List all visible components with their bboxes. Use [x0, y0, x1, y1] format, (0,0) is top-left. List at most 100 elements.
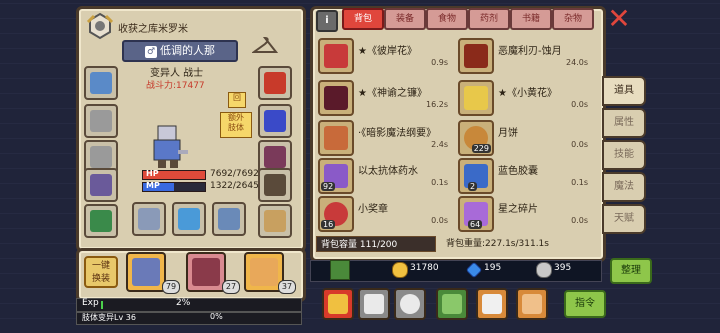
- skill-slot[interactable]: [476, 288, 508, 320]
- skill-slot[interactable]: [436, 288, 468, 320]
- bow-icon: [218, 208, 240, 230]
- item-name: 以太抗体药水: [358, 166, 418, 177]
- dice-icon: [328, 294, 348, 314]
- empty-slot[interactable]: [84, 104, 118, 138]
- character-sprite: [148, 124, 188, 168]
- tab-equipment[interactable]: 装备: [384, 8, 426, 30]
- belt-icon: [264, 146, 286, 168]
- side-tab-attributes[interactable]: 属性: [602, 108, 646, 138]
- bag-capacity: 背包容量 111/200: [316, 236, 436, 252]
- race-class: 变异人 战士: [150, 68, 204, 79]
- silver-coin-icon: [536, 262, 552, 278]
- weapon-slot-2[interactable]: [172, 202, 206, 236]
- character-title: 低调的人那: [160, 44, 215, 57]
- side-tab-items[interactable]: 道具: [602, 76, 646, 106]
- one-key-equip-button[interactable]: 一键 换装: [84, 256, 118, 288]
- item-time: 0.0s: [431, 216, 448, 225]
- list-item[interactable]: 229 月饼 0.0s: [458, 120, 588, 156]
- side-tab-magic[interactable]: 魔法: [602, 172, 646, 202]
- skill-slot[interactable]: [358, 288, 390, 320]
- item-count: 64: [468, 220, 483, 229]
- item-count: 16: [321, 220, 336, 229]
- pet-slot-1[interactable]: [126, 252, 166, 292]
- skill-slot[interactable]: [322, 288, 354, 320]
- character-title-badge[interactable]: ♂ 低调的人那: [122, 40, 238, 62]
- silver-amount: 395: [554, 263, 572, 273]
- item-time: 0.9s: [431, 58, 448, 67]
- exp-label: Exp: [82, 298, 99, 308]
- hp-label: HP: [146, 169, 159, 178]
- mp-value: 1322/2645: [210, 181, 259, 191]
- tab-misc[interactable]: 杂物: [552, 8, 594, 30]
- gold-coin-icon: [392, 262, 408, 278]
- claw-icon: [264, 110, 286, 132]
- item-count: 92: [321, 182, 336, 191]
- tab-food[interactable]: 食物: [426, 8, 468, 30]
- accessory-slot[interactable]: [84, 204, 118, 238]
- item-slot: 64: [458, 196, 494, 232]
- list-item[interactable]: 64 星之碎片 0.0s: [458, 196, 588, 232]
- item-name: 星之碎片: [498, 204, 538, 215]
- weapon-slot-1[interactable]: [132, 202, 166, 236]
- list-item[interactable]: ★《彼岸花》 0.9s: [318, 38, 448, 74]
- item-count: 2: [468, 182, 478, 191]
- scroll-icon: [522, 294, 542, 314]
- list-item[interactable]: 16 小奖章 0.0s: [318, 196, 448, 232]
- tab-books[interactable]: 书籍: [510, 8, 552, 30]
- side-tab-skills[interactable]: 技能: [602, 140, 646, 170]
- item-time: 0.1s: [571, 178, 588, 187]
- pet-level: 37: [278, 280, 296, 294]
- knight-avatar-icon: [132, 258, 160, 286]
- glove-slot[interactable]: [258, 104, 292, 138]
- info-icon[interactable]: i: [316, 10, 338, 32]
- list-item[interactable]: 2 蓝色胶囊 0.1s: [458, 158, 588, 194]
- close-button[interactable]: ✕: [606, 5, 632, 33]
- extra-limb-slot[interactable]: [258, 204, 292, 238]
- tab-potion[interactable]: 药剂: [468, 8, 510, 30]
- item-name: 恶魔利刃-蚀月: [498, 46, 562, 57]
- tab-bag[interactable]: 背包: [342, 8, 384, 30]
- gold-amount: 31780: [410, 263, 439, 273]
- exp-percent: 2%: [176, 298, 191, 308]
- list-item[interactable]: ★《小黄花》 0.0s: [458, 80, 588, 116]
- armor-slot[interactable]: [84, 168, 118, 202]
- gauntlet-icon: [264, 72, 286, 94]
- tag-badge: 回: [228, 92, 246, 108]
- item-name: ★《小黄花》: [498, 88, 557, 99]
- list-item[interactable]: ·《暗影魔法纲要》 2.4s: [318, 120, 448, 156]
- list-item[interactable]: 恶魔利刃-蚀月 24.0s: [458, 38, 588, 74]
- item-time: 16.2s: [426, 100, 448, 109]
- hanger-icon[interactable]: [250, 36, 279, 56]
- item-slot: [318, 120, 354, 156]
- girl-avatar-icon: [250, 258, 278, 286]
- gem-amount: 195: [484, 263, 502, 273]
- organize-button[interactable]: 整理: [610, 258, 652, 284]
- item-slot: 229: [458, 120, 494, 156]
- ring-icon: [90, 210, 112, 232]
- sword-icon: [138, 208, 160, 230]
- weapon-slot-3[interactable]: [212, 202, 246, 236]
- bag-weight: 背包重量:227.1s/311.1s: [446, 239, 549, 249]
- combat-power: 战斗力:17477: [146, 81, 205, 91]
- list-item[interactable]: 92 以太抗体药水 0.1s: [318, 158, 448, 194]
- list-item[interactable]: ★《神谕之镰》 16.2s: [318, 80, 448, 116]
- item-slot: [458, 80, 494, 116]
- skill-slot[interactable]: [394, 288, 426, 320]
- magnifier-icon: [400, 294, 420, 314]
- item-slot: [318, 80, 354, 116]
- scythe-icon: [324, 86, 348, 110]
- limb-icon: [264, 210, 286, 232]
- boots-slot[interactable]: [258, 168, 292, 202]
- helmet-slot[interactable]: [84, 66, 118, 100]
- nature-icon: [442, 294, 462, 314]
- item-name: ★《彼岸花》: [358, 46, 417, 57]
- pet-level: 79: [162, 280, 180, 294]
- weapon-slot[interactable]: [258, 66, 292, 100]
- download-icon[interactable]: [330, 260, 350, 280]
- side-tab-talent[interactable]: 天赋: [602, 204, 646, 234]
- skill-slot[interactable]: [516, 288, 548, 320]
- pet-slot-2[interactable]: [186, 252, 226, 292]
- command-button[interactable]: 指令: [564, 290, 606, 318]
- helmet-icon: [90, 72, 112, 94]
- sword-icon: [178, 208, 200, 230]
